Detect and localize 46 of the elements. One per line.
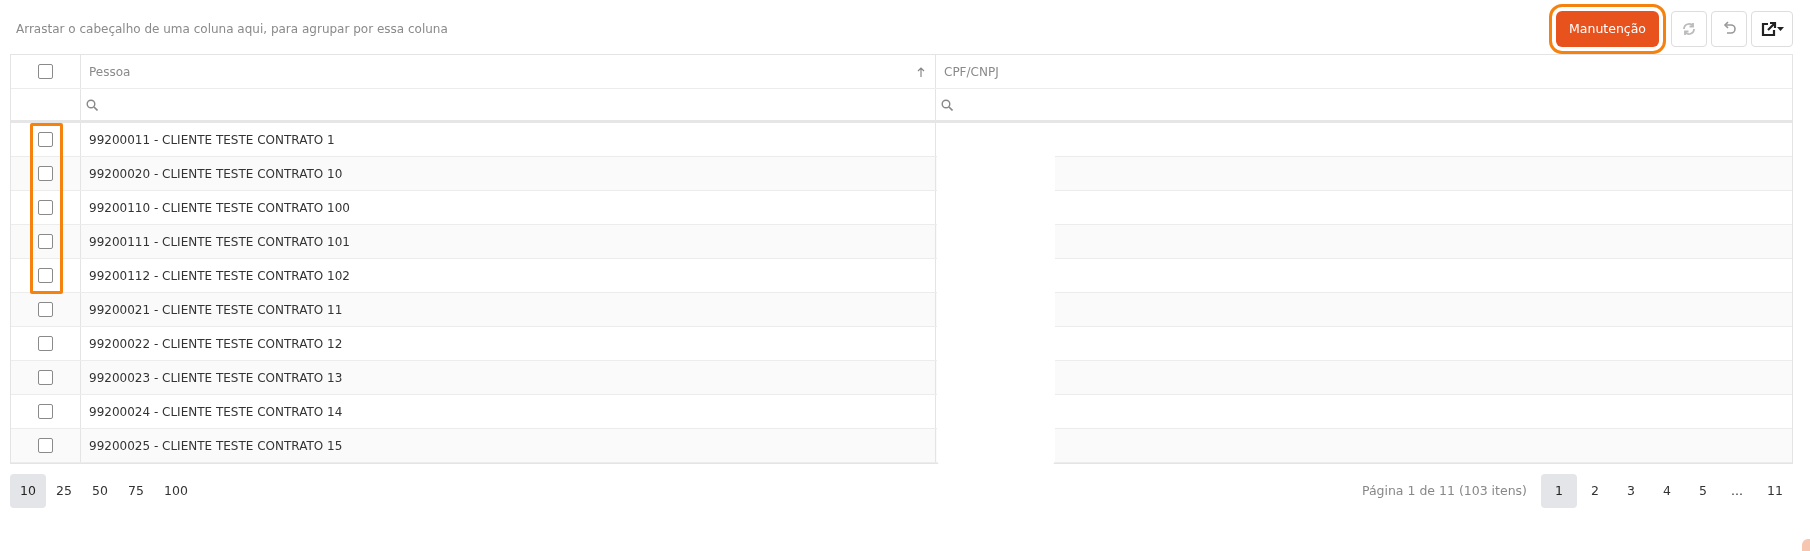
checkbox[interactable]: [38, 234, 53, 249]
search-icon: [86, 98, 98, 111]
table-cell-text: 99200111 - CLIENTE TESTE CONTRATO 101: [89, 233, 350, 251]
refresh-button[interactable]: [1671, 11, 1707, 47]
page-size-button[interactable]: 100: [154, 474, 198, 508]
checkbox[interactable]: [38, 370, 53, 385]
checkbox[interactable]: [38, 404, 53, 419]
caret-icon: [1776, 27, 1784, 31]
table-cell-text: 99200021 - CLIENTE TESTE CONTRATO 11: [89, 301, 343, 319]
page-size-button[interactable]: 50: [82, 474, 118, 508]
table-cell-text: 99200025 - CLIENTE TESTE CONTRATO 15: [89, 437, 343, 455]
search-icon: [941, 98, 953, 111]
checkbox[interactable]: [38, 200, 53, 215]
checkbox[interactable]: [38, 336, 53, 351]
column-header[interactable]: CPF/CNPJ: [936, 55, 1792, 88]
page-button[interactable]: 2: [1577, 474, 1613, 508]
undo-icon: [1721, 21, 1737, 37]
table-cell-text: 99200023 - CLIENTE TESTE CONTRATO 13: [89, 369, 343, 387]
table-cell-text: 99200020 - CLIENTE TESTE CONTRATO 10: [89, 165, 343, 183]
export-button[interactable]: [1751, 11, 1793, 47]
refresh-icon: [1681, 21, 1697, 37]
checkbox[interactable]: [38, 268, 53, 283]
page-button[interactable]: 3: [1613, 474, 1649, 508]
table-cell-text: 99200110 - CLIENTE TESTE CONTRATO 100: [89, 199, 350, 217]
table-cell-text: 99200112 - CLIENTE TESTE CONTRATO 102: [89, 267, 350, 285]
checkbox[interactable]: [38, 438, 53, 453]
page-size-button[interactable]: 25: [46, 474, 82, 508]
table-cell-text: 99200022 - CLIENTE TESTE CONTRATO 12: [89, 335, 343, 353]
checkbox[interactable]: [38, 302, 53, 317]
page-button[interactable]: 11: [1757, 474, 1793, 508]
checkbox[interactable]: [38, 132, 53, 147]
export-icon: [1760, 21, 1777, 37]
column-header[interactable]: Pessoa: [81, 55, 936, 88]
page-info: Página 1 de 11 (103 itens): [1361, 481, 1527, 500]
page-button[interactable]: 4: [1649, 474, 1685, 508]
page-button[interactable]: 5: [1685, 474, 1721, 508]
table-cell-text: 99200024 - CLIENTE TESTE CONTRATO 14: [89, 403, 343, 421]
sort-arrow-icon: [917, 65, 925, 78]
checkbox[interactable]: [38, 166, 53, 181]
page-button[interactable]: 1: [1541, 474, 1577, 508]
pager-ellipsis: ...: [1730, 481, 1744, 500]
checkbox[interactable]: [38, 64, 53, 79]
table-cell-text: 99200011 - CLIENTE TESTE CONTRATO 1: [89, 131, 335, 149]
page-size-button[interactable]: 75: [118, 474, 154, 508]
group-panel-hint: Arrastar o cabeçalho de uma coluna aqui, para agrupar por essa coluna: [15, 21, 448, 38]
page-size-button[interactable]: 10: [10, 474, 46, 508]
